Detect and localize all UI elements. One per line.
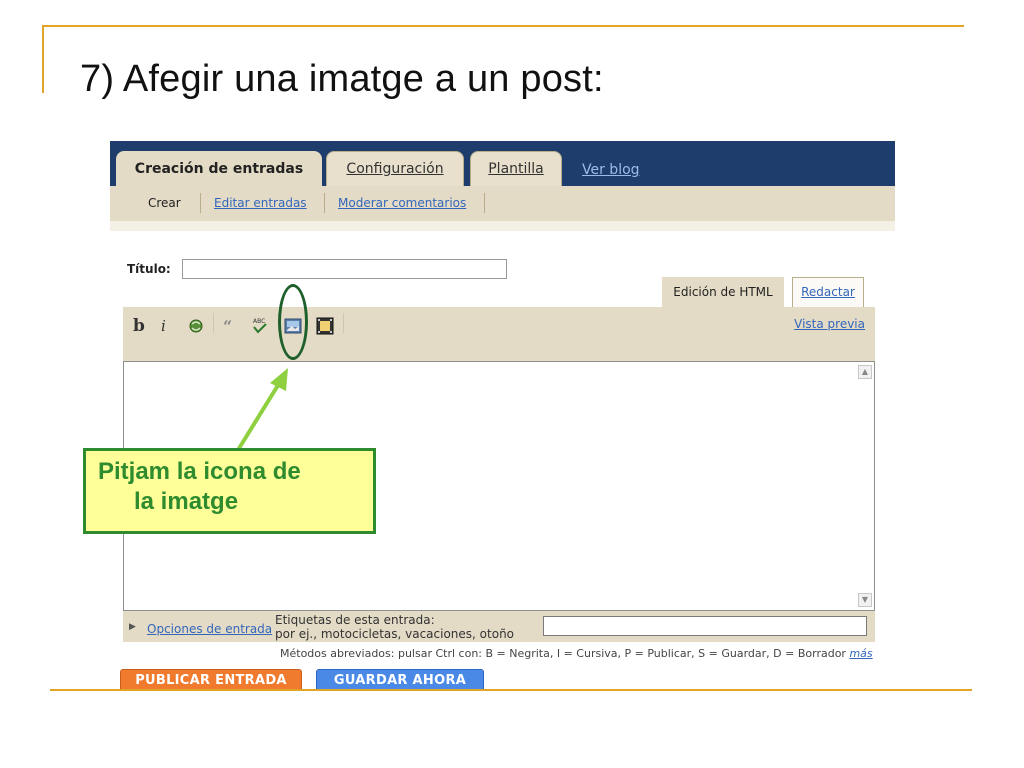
publish-post-button[interactable]: PUBLICAR ENTRADA [120, 669, 302, 689]
link-icon[interactable] [187, 317, 205, 335]
tab-plantilla[interactable]: Plantilla [470, 151, 562, 186]
tab-ver-blog[interactable]: Ver blog [582, 162, 640, 178]
subnav-strip [110, 221, 895, 231]
svg-text:“: “ [223, 317, 232, 335]
subnav-divider [324, 193, 325, 213]
main-nav: Creación de entradas Configuración Plant… [110, 141, 895, 187]
tab-configuracion[interactable]: Configuración [326, 151, 464, 186]
labels-input[interactable] [543, 616, 867, 636]
spellcheck-icon[interactable]: ABC [251, 317, 269, 335]
labels-hint: por ej., motocicletas, vacaciones, otoño [275, 627, 515, 641]
shortcuts-more-link[interactable]: más [849, 647, 872, 660]
keyboard-shortcuts-hint: Métodos abreviados: pulsar Ctrl con: B =… [280, 647, 873, 660]
callout-line-2: la imatge [134, 488, 239, 515]
subtab-editar-entradas[interactable]: Editar entradas [214, 196, 307, 210]
slide-title: 7) Afegir una imatge a un post: [80, 58, 604, 100]
subnav-divider [484, 193, 485, 213]
subtab-crear[interactable]: Crear [148, 196, 181, 210]
post-options-link[interactable]: Opciones de entrada [147, 622, 272, 636]
post-options-bar: ▶ Opciones de entrada Etiquetas de esta … [123, 612, 875, 642]
post-title-input[interactable] [182, 259, 507, 279]
italic-button[interactable]: i [161, 317, 166, 335]
scroll-down-arrow-icon[interactable]: ▼ [858, 593, 872, 607]
tab-redactar[interactable]: Redactar [792, 277, 864, 307]
slide-top-rule [42, 25, 964, 27]
preview-link[interactable]: Vista previa [794, 317, 865, 331]
callout-line-1: Pitjam la icona de [98, 458, 301, 485]
scroll-up-arrow-icon[interactable]: ▲ [858, 365, 872, 379]
save-now-button[interactable]: GUARDAR AHORA [316, 669, 484, 689]
sub-nav: Crear Editar entradas Moderar comentario… [110, 186, 895, 221]
image-icon-highlight [278, 284, 308, 360]
subtab-moderar-comentarios[interactable]: Moderar comentarios [338, 196, 466, 210]
toolbar-divider [213, 313, 214, 333]
tab-edicion-html[interactable]: Edición de HTML [662, 277, 784, 307]
blogger-editor-screenshot: Creación de entradas Configuración Plant… [110, 141, 895, 689]
slide-bottom-rule [50, 689, 972, 691]
editor-toolbar: b i “ ABC Vista previa [123, 307, 875, 359]
post-title-label: Título: [127, 262, 171, 276]
bold-button[interactable]: b [133, 317, 145, 335]
callout-box: Pitjam la icona de la imatge [83, 448, 376, 534]
shortcuts-text: Métodos abreviados: pulsar Ctrl con: B =… [280, 647, 846, 660]
labels-title: Etiquetas de esta entrada: [275, 613, 435, 627]
tab-creacion-entradas[interactable]: Creación de entradas [116, 151, 322, 187]
video-icon[interactable] [316, 317, 334, 335]
toolbar-divider [343, 313, 344, 333]
slide-left-rule [42, 25, 44, 93]
svg-text:ABC: ABC [253, 318, 265, 325]
subnav-divider [200, 193, 201, 213]
quote-icon[interactable]: “ [221, 317, 239, 336]
triangle-right-icon[interactable]: ▶ [129, 622, 136, 632]
